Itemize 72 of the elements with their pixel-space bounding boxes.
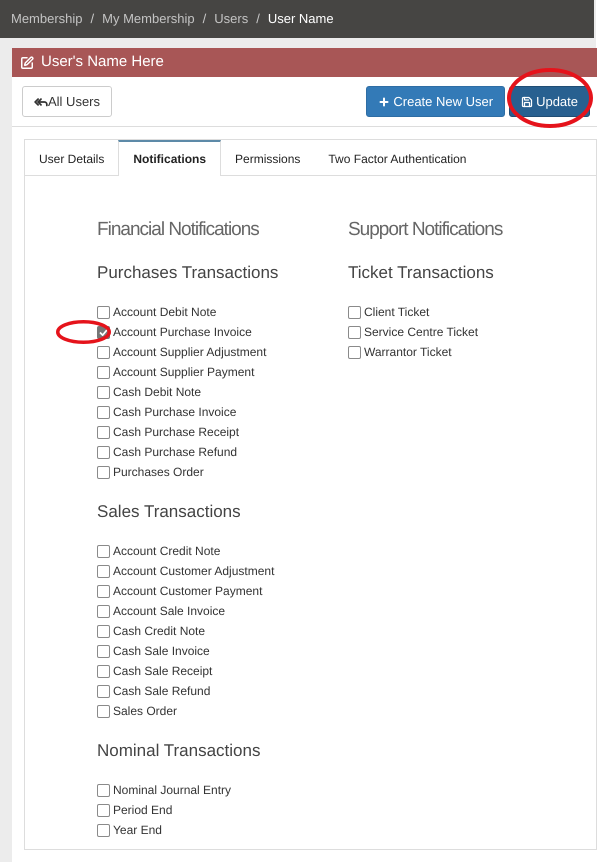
checkbox-label: Cash Purchase Invoice (113, 404, 236, 421)
checkbox[interactable] (348, 346, 361, 358)
edit-icon (20, 56, 34, 70)
breadcrumb-link[interactable]: My Membership (102, 9, 195, 29)
checkbox-label: Account Supplier Payment (113, 364, 254, 381)
checkbox[interactable] (348, 326, 361, 338)
checkbox-label: Cash Debit Note (113, 384, 202, 401)
checkbox[interactable] (97, 346, 110, 358)
checkbox[interactable] (97, 584, 110, 598)
checkbox-label: Account Credit Note (113, 543, 220, 560)
save-icon (521, 96, 534, 108)
checkbox[interactable] (97, 426, 110, 438)
checkbox-label: Account Debit Note (113, 304, 216, 321)
checkbox-label: Cash Purchase Refund (113, 444, 238, 461)
checkbox-label: Cash Purchase Receipt (113, 424, 240, 441)
checkbox[interactable] (97, 406, 110, 418)
checkbox[interactable] (97, 544, 110, 558)
checkbox-label: Purchases Order (113, 464, 204, 481)
checkbox[interactable] (97, 704, 110, 718)
checkbox[interactable] (97, 644, 110, 658)
group-title: Sales Transactions (97, 501, 242, 523)
panel-title: User's Name Here (41, 52, 164, 72)
tab[interactable]: User Details (25, 140, 118, 175)
checkbox[interactable] (97, 446, 110, 458)
all-users-button[interactable]: All Users (22, 86, 112, 117)
group-title: Nominal Transactions (97, 740, 262, 762)
checkbox-label: Sales Order (113, 703, 178, 720)
breadcrumb-separator: / (256, 10, 260, 28)
checkbox-label: Service Centre Ticket (364, 324, 478, 341)
checkbox[interactable] (97, 684, 110, 698)
checkbox[interactable] (97, 466, 110, 478)
checkbox[interactable] (348, 306, 361, 318)
tab[interactable]: Two Factor Authentication (314, 140, 480, 175)
checkbox-label: Nominal Journal Entry (113, 782, 232, 799)
plus-icon (378, 96, 390, 108)
checkbox[interactable] (97, 804, 110, 816)
checkbox[interactable] (97, 386, 110, 398)
section-heading: Support Notifications (348, 218, 504, 242)
checkbox[interactable] (97, 784, 110, 796)
checkbox[interactable] (97, 824, 110, 836)
breadcrumb-separator: / (90, 10, 94, 28)
checkbox[interactable] (97, 366, 110, 378)
checkbox-label: Cash Credit Note (113, 623, 206, 640)
group-title: Purchases Transactions (97, 262, 280, 284)
checkbox-label: Cash Sale Invoice (113, 643, 210, 660)
checkbox-label: Cash Sale Refund (113, 683, 210, 700)
checkbox-label: Account Customer Payment (113, 583, 262, 600)
checkbox-label: Cash Sale Receipt (113, 663, 212, 680)
checkbox-label: Account Purchase Invoice (113, 324, 252, 341)
breadcrumb-current: User Name (268, 10, 334, 28)
checkmark-icon (99, 328, 108, 336)
checkbox[interactable] (97, 306, 110, 318)
checkbox-label: Warrantor Ticket (364, 344, 452, 361)
checkbox-label: Account Supplier Adjustment (113, 344, 266, 361)
checkbox[interactable] (97, 604, 110, 618)
breadcrumb-link[interactable]: Membership (11, 9, 83, 29)
checkbox[interactable] (97, 564, 110, 578)
create-button[interactable]: Create New User (366, 86, 506, 117)
update-button[interactable]: Update (509, 86, 590, 117)
checkbox-label: Account Sale Invoice (113, 603, 226, 620)
tab[interactable]: Notifications (118, 140, 222, 176)
checkbox-label: Period End (113, 802, 172, 819)
checkbox[interactable] (97, 664, 110, 678)
tab[interactable]: Permissions (221, 140, 314, 175)
group-title: Ticket Transactions (348, 262, 495, 284)
checkbox-label: Account Customer Adjustment (113, 563, 274, 580)
checkbox-label: Client Ticket (364, 304, 430, 321)
breadcrumb-link[interactable]: Users (214, 9, 248, 29)
checkbox[interactable] (97, 624, 110, 638)
section-heading: Financial Notifications (97, 218, 260, 242)
breadcrumb-separator: / (202, 10, 206, 28)
checkbox-label: Year End (113, 822, 162, 839)
